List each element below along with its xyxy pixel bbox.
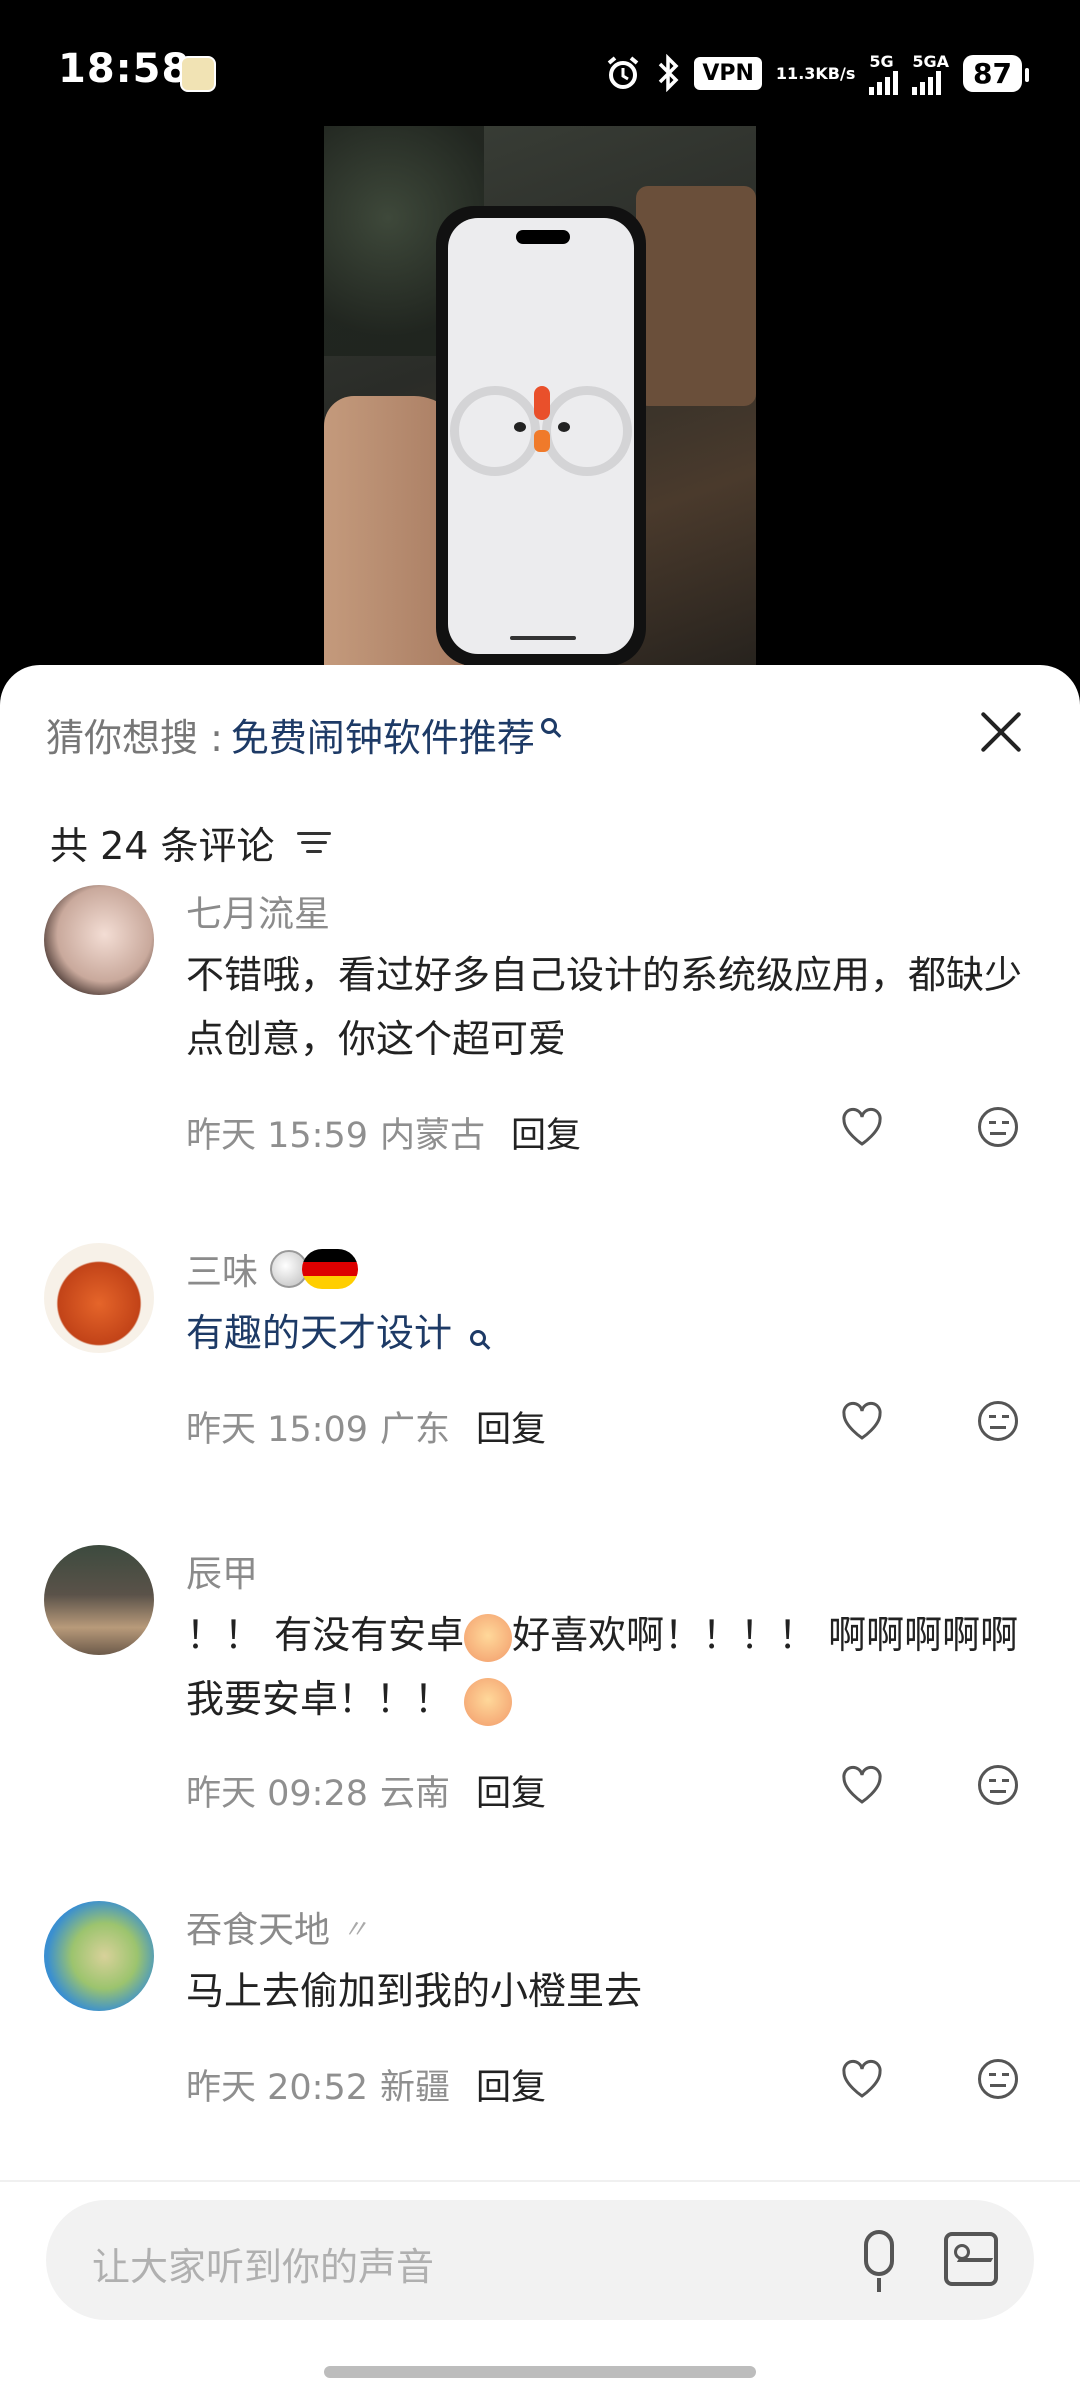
avatar[interactable] — [44, 885, 154, 995]
app-badge-icon — [180, 56, 216, 92]
signal-icon — [912, 70, 942, 95]
background-sofa — [636, 186, 756, 406]
comment-input[interactable]: 让大家听到你的声音 — [46, 2200, 1034, 2320]
dislike-icon[interactable] — [978, 1765, 1018, 1805]
tearful-emoji-icon — [464, 1677, 513, 1726]
avatar[interactable] — [44, 1545, 154, 1655]
comment-text: 马上去偷加到我的小橙里去 — [186, 1969, 643, 2013]
rooster-beak-icon — [534, 430, 550, 452]
comment-location: 广东 — [380, 1410, 451, 1450]
status-bar: 18:58 VPN 11.3 KB/s 5G 5GA 87 — [0, 0, 1080, 130]
comment-input-placeholder: 让大家听到你的声音 — [92, 2245, 435, 2289]
comment-date: 昨天 15:09 — [186, 1410, 368, 1450]
dislike-icon[interactable] — [978, 2059, 1018, 2099]
avatar[interactable] — [44, 1901, 154, 2011]
vpn-badge: VPN — [694, 56, 762, 90]
alarm-ring-left — [450, 386, 540, 476]
alarm-ring-right — [542, 386, 632, 476]
comment-meta: 昨天 15:59 内蒙古 回复 — [186, 1107, 581, 1158]
avatar[interactable] — [44, 1243, 154, 1353]
comment-location: 云南 — [380, 1774, 451, 1814]
comment-author[interactable]: 七月流星 — [186, 885, 330, 937]
reply-button[interactable]: 回复 — [476, 2059, 546, 2110]
comment-count: 共 24 条评论 — [50, 824, 275, 868]
germany-flag-badge-icon — [302, 1249, 359, 1289]
comment-date: 昨天 09:28 — [186, 1774, 368, 1814]
search-icon — [540, 717, 557, 734]
image-icon[interactable] — [944, 2232, 998, 2286]
battery-indicator: 87 — [963, 54, 1029, 92]
comment-location: 内蒙古 — [380, 1116, 486, 1156]
video-player[interactable] — [324, 126, 756, 686]
heart-icon[interactable] — [840, 1401, 884, 1441]
suggest-prefix: 猜你想搜 : — [46, 716, 223, 760]
comment-author[interactable]: 三味 — [186, 1243, 359, 1295]
signal-icon — [869, 70, 899, 95]
phone-in-video — [436, 206, 646, 666]
comment-meta: 昨天 15:09 广东 回复 — [186, 1401, 546, 1452]
comment-meta: 昨天 09:28 云南 回复 — [186, 1765, 546, 1816]
comment-date: 昨天 15:59 — [186, 1116, 368, 1156]
suggest-query-link[interactable]: 免费闹钟软件推荐 — [231, 707, 535, 762]
phone-screen — [448, 218, 634, 654]
comment-text: ！！ 有没有安卓 好喜欢啊！！！！ 啊啊啊啊啊我要安卓！！！ — [186, 1603, 1032, 1731]
reply-button[interactable]: 回复 — [476, 1765, 546, 1816]
comment-meta: 昨天 20:52 新疆 回复 — [186, 2059, 546, 2110]
suggested-search[interactable]: 猜你想搜 : 免费闹钟软件推荐 — [46, 707, 557, 762]
reply-button[interactable]: 回复 — [511, 1107, 581, 1158]
dislike-icon[interactable] — [978, 1107, 1018, 1147]
comment-author[interactable]: 吞食天地 〃 — [186, 1901, 368, 1953]
comment-count-row: 共 24 条评论 — [50, 815, 331, 870]
status-icons: VPN 11.3 KB/s 5G 5GA 87 — [604, 48, 1029, 98]
search-link[interactable]: 有趣的天才设计 — [186, 1311, 452, 1355]
rooster-eye-icon — [514, 422, 526, 432]
sort-icon[interactable] — [296, 830, 331, 856]
signal-5ga: 5GA — [912, 52, 949, 95]
dynamic-island — [516, 230, 570, 244]
close-icon[interactable] — [978, 709, 1024, 755]
divider — [0, 2180, 1080, 2182]
comment-location: 新疆 — [380, 2068, 451, 2108]
crying-emoji-icon — [464, 1613, 513, 1662]
phone-home-indicator — [510, 636, 576, 640]
network-speed: 11.3 KB/s — [775, 63, 856, 83]
alarm-icon — [604, 54, 642, 92]
comment-author[interactable]: 辰甲 — [186, 1545, 258, 1597]
microphone-icon[interactable] — [864, 2230, 894, 2292]
comments-sheet: 猜你想搜 : 免费闹钟软件推荐 共 24 条评论 七月流星 不错哦，看过好多自己… — [0, 665, 1080, 2400]
signal-5g: 5G — [869, 52, 899, 95]
gesture-bar — [324, 2366, 756, 2378]
search-icon — [470, 1330, 487, 1346]
comment-text: 有趣的天才设计 — [186, 1301, 1032, 1365]
reply-button[interactable]: 回复 — [476, 1401, 546, 1452]
comment-date: 昨天 20:52 — [186, 2068, 368, 2108]
heart-icon[interactable] — [840, 1107, 884, 1147]
author-mark-icon: 〃 — [342, 1914, 369, 1945]
heart-icon[interactable] — [840, 1765, 884, 1805]
heart-icon[interactable] — [840, 2059, 884, 2099]
bluetooth-icon — [656, 54, 680, 92]
rooster-comb-icon — [534, 386, 550, 420]
clock: 18:58 — [58, 46, 191, 92]
rooster-eye-icon — [558, 422, 570, 432]
comment-text: 不错哦，看过好多自己设计的系统级应用，都缺少点创意，你这个超可爱 — [186, 953, 1023, 1061]
dislike-icon[interactable] — [978, 1401, 1018, 1441]
